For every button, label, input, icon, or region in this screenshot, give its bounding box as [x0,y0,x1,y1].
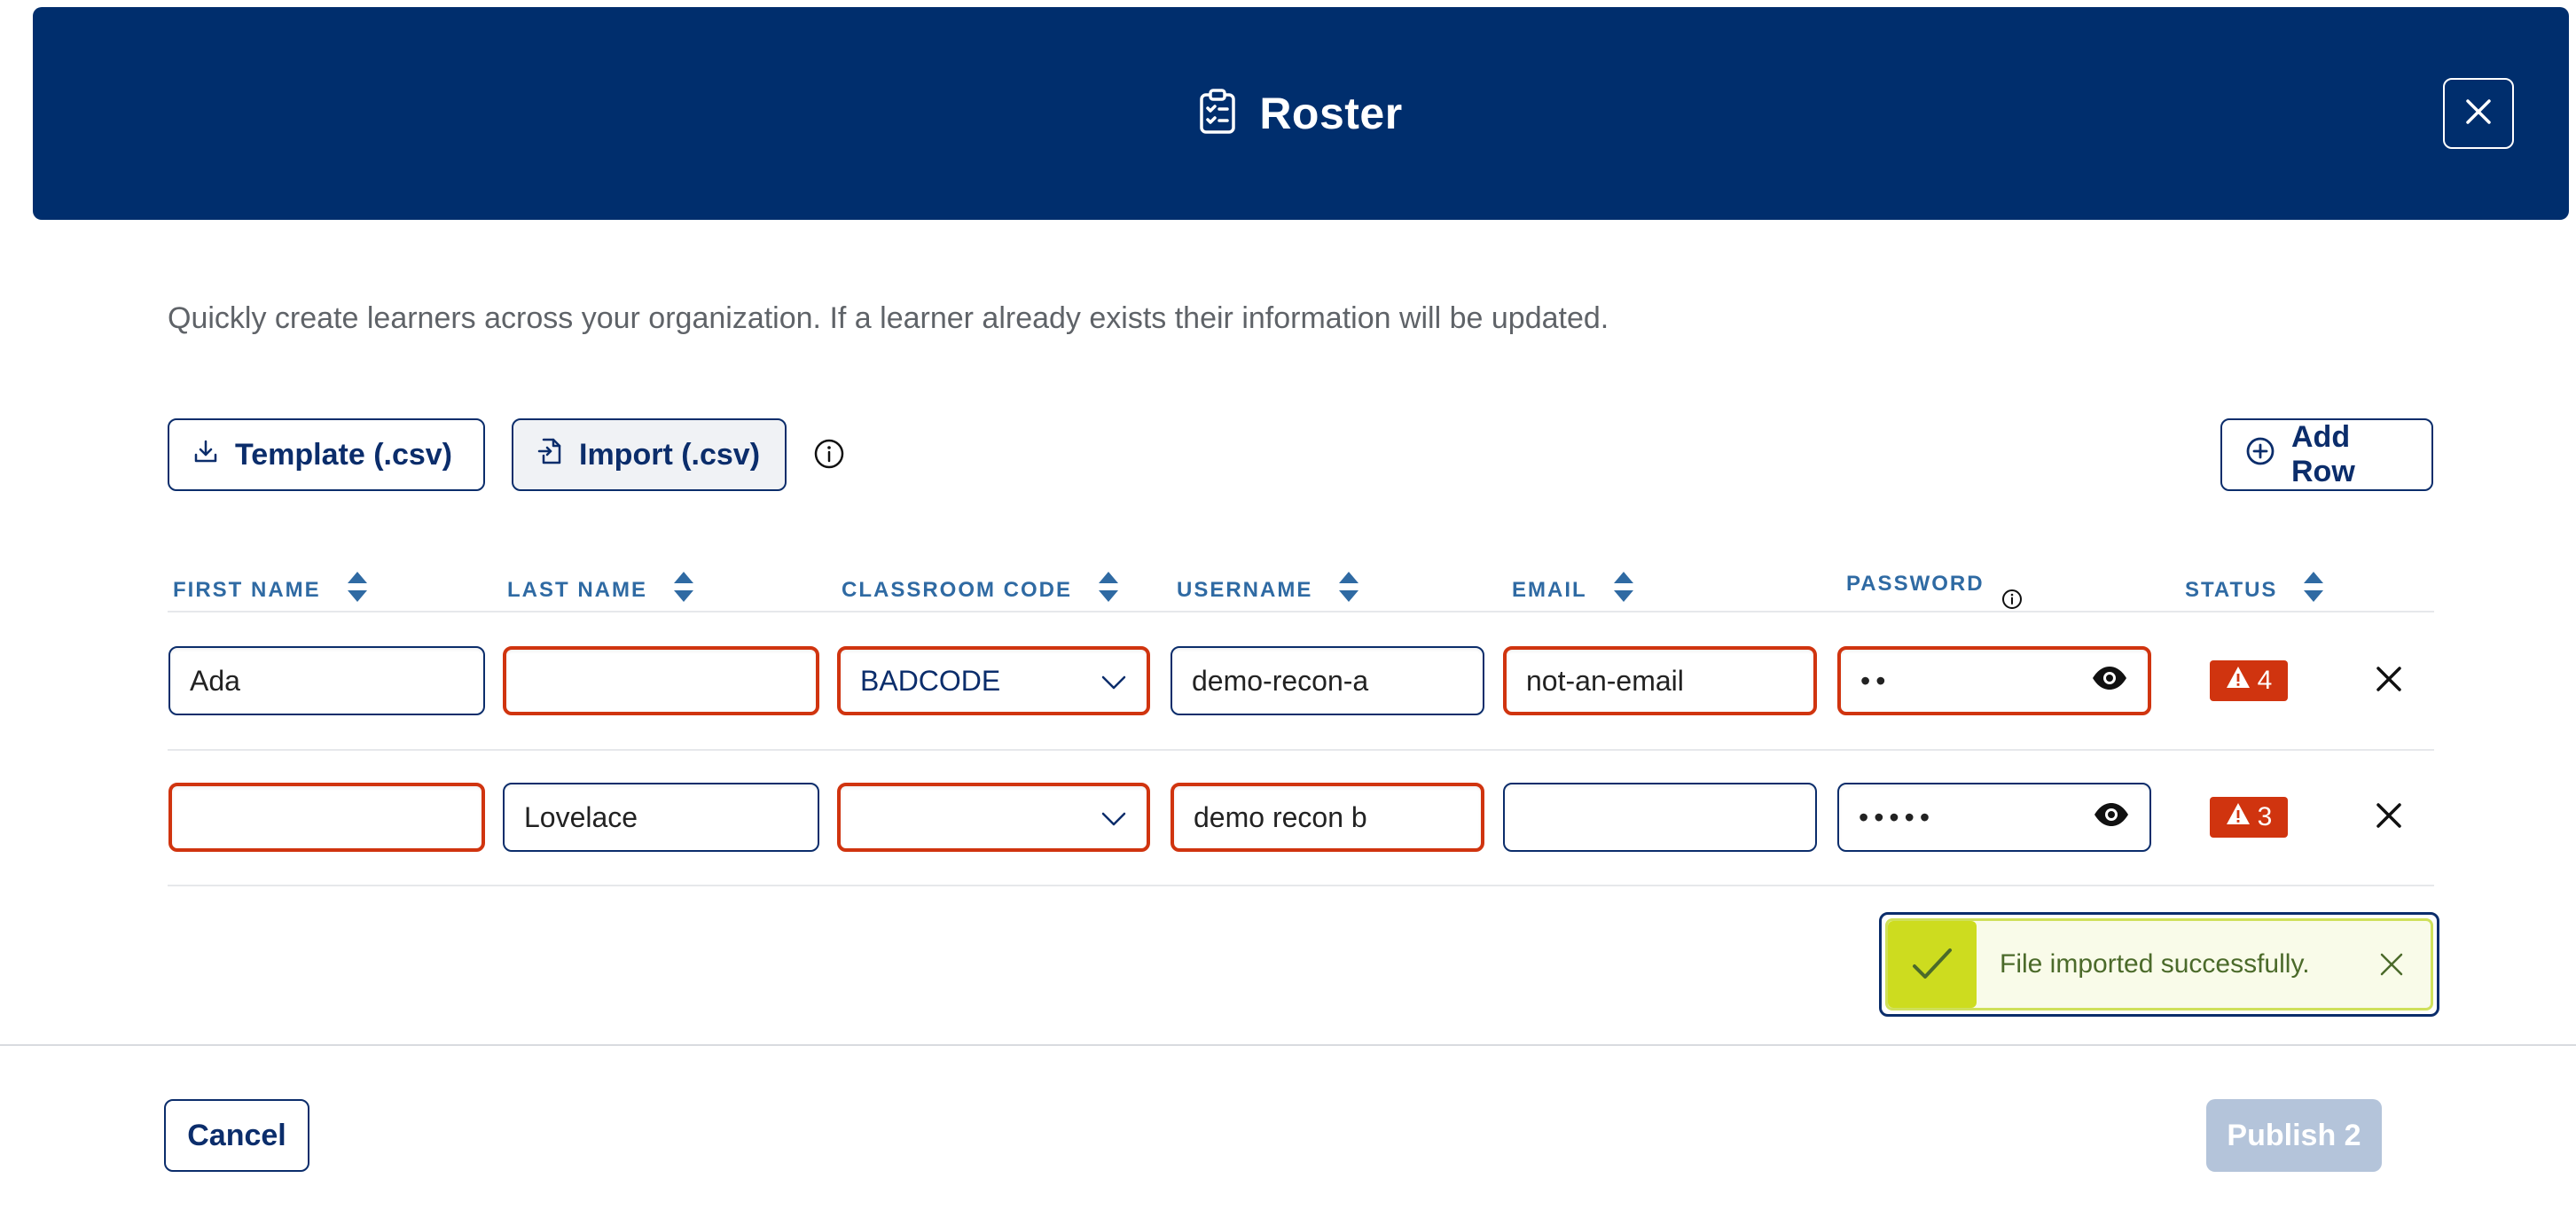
password-input[interactable]: ••••• [1837,783,2151,852]
cancel-button[interactable]: Cancel [164,1099,309,1172]
toast-close-icon[interactable] [2379,952,2404,977]
sort-icon [674,572,693,608]
download-template-button[interactable]: Template (.csv) [168,418,485,491]
row-divider [168,749,2434,751]
template-label: Template (.csv) [235,437,453,472]
status-count: 3 [2257,802,2273,831]
chevron-down-icon [1100,801,1127,834]
plus-circle-icon [2245,436,2275,474]
sort-icon [1339,572,1359,608]
close-icon [2376,666,2402,697]
username-input[interactable]: demo recon b [1171,783,1484,852]
sort-icon [1099,572,1119,608]
first-name-input[interactable] [168,783,485,852]
eye-icon[interactable] [2093,801,2130,834]
close-button[interactable] [2443,78,2514,149]
password-input[interactable]: •• [1837,646,2151,715]
classroom-code-value: BADCODE [860,664,1001,697]
clipboard-list-icon [1199,88,1236,139]
password-value: •• [1860,664,1891,697]
download-icon [192,438,219,472]
column-header-username[interactable]: USERNAME [1177,572,1359,608]
password-value: ••••• [1859,800,1936,833]
close-icon [2465,98,2492,129]
file-import-icon [536,437,563,473]
email-input[interactable]: not-an-email [1503,646,1817,715]
status-badge[interactable]: 4 [2210,660,2288,701]
last-name-input[interactable] [503,646,819,715]
toast-body: File imported successfully. [1885,918,2433,1010]
column-header-classroom-code[interactable]: CLASSROOM CODE [842,572,1119,608]
sort-icon [1613,572,1633,608]
classroom-code-select[interactable]: BADCODE [837,646,1150,715]
warning-icon [2226,802,2251,832]
import-csv-button[interactable]: Import (.csv) [512,418,787,491]
info-icon[interactable] [813,438,845,474]
import-label: Import (.csv) [579,437,761,472]
sort-icon [2304,572,2324,608]
description-text: Quickly create learners across your orga… [168,301,1609,335]
header-divider [168,611,2434,612]
status-badge[interactable]: 3 [2210,797,2288,838]
page-title: Roster [1259,89,1403,138]
add-row-button[interactable]: Add Row [2220,418,2433,491]
sort-icon [347,572,367,608]
column-header-status[interactable]: STATUS [2185,572,2324,608]
add-row-label: Add Row [2291,420,2355,488]
last-name-input[interactable]: Lovelace [503,783,819,852]
warning-icon [2226,666,2251,696]
column-header-password: PASSWORD [1846,572,1985,596]
row-divider [168,885,2434,886]
footer-divider [0,1044,2576,1046]
email-input[interactable] [1503,783,1817,852]
close-icon [2376,802,2402,833]
publish-button[interactable]: Publish 2 [2206,1099,2382,1172]
remove-row-button[interactable] [2371,663,2407,698]
column-header-email[interactable]: EMAIL [1512,572,1633,608]
column-header-last-name[interactable]: LAST NAME [507,572,693,608]
column-header-first-name[interactable]: FIRST NAME [173,572,367,608]
eye-icon[interactable] [2091,665,2128,698]
username-input[interactable]: demo-recon-a [1171,646,1484,715]
first-name-input[interactable]: Ada [168,646,485,715]
chevron-down-icon [1100,665,1127,698]
status-count: 4 [2257,666,2273,695]
toast-message: File imported successfully. [2000,949,2310,979]
checkmark-icon [1888,921,1977,1008]
success-toast: File imported successfully. [1879,912,2439,1017]
modal-header: Roster [33,7,2569,220]
classroom-code-select[interactable] [837,783,1150,852]
remove-row-button[interactable] [2371,800,2407,835]
modal-title: Roster [1199,88,1402,139]
